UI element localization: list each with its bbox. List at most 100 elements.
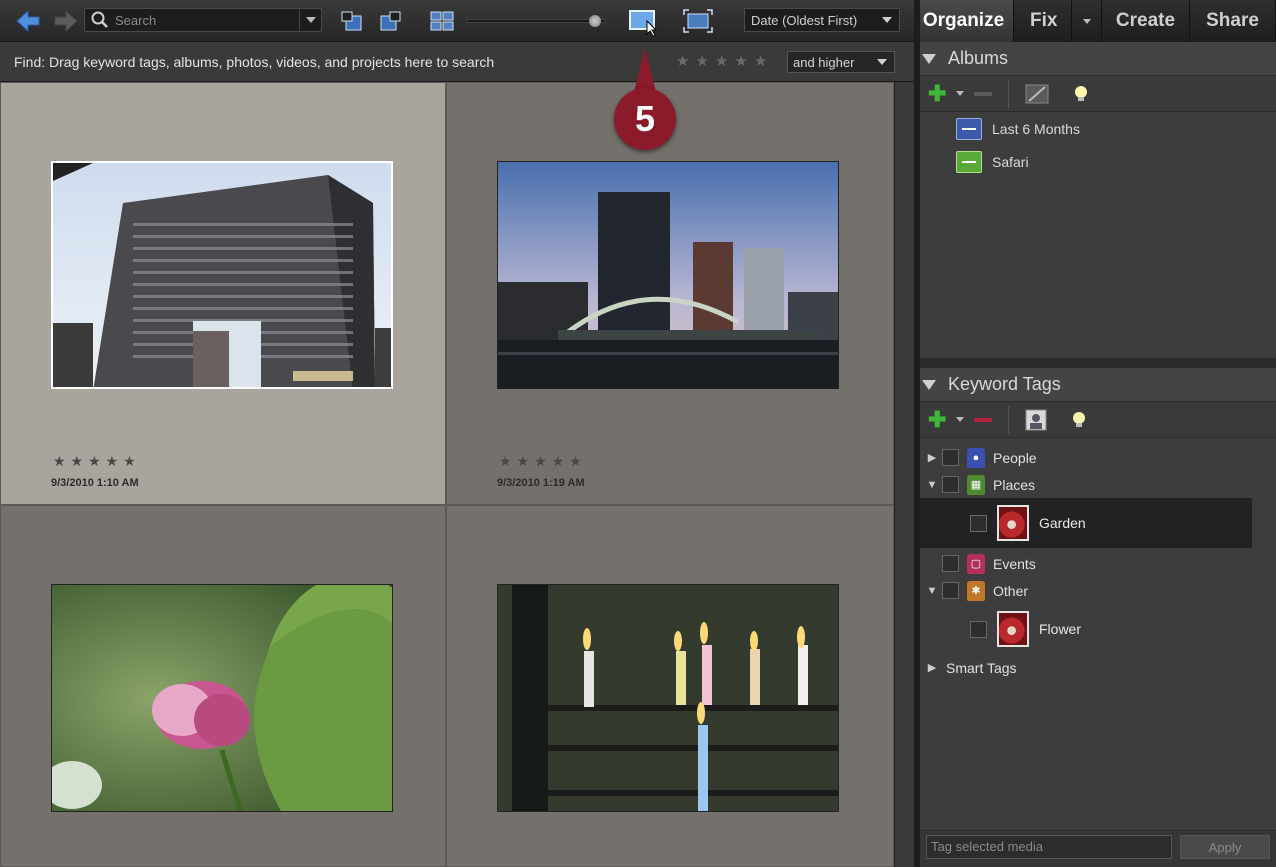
places-tag-icon: ▦ xyxy=(967,474,985,495)
tag-item-garden[interactable]: Garden xyxy=(920,498,1252,548)
keyword-tags-header[interactable]: Keyword Tags xyxy=(920,368,1276,402)
step-callout-badge: 5 xyxy=(614,88,676,150)
forward-arrow-icon[interactable] xyxy=(52,8,80,34)
album-item[interactable]: Safari xyxy=(920,145,1276,178)
tag-category-places[interactable]: ▼ ▦ Places xyxy=(920,471,1276,498)
people-tag-icon: ● xyxy=(967,447,985,468)
star-icon[interactable]: ★ xyxy=(734,54,747,69)
photo-thumbnail[interactable] xyxy=(497,584,839,812)
photo-thumbnail[interactable] xyxy=(51,584,393,812)
fix-menu-button[interactable] xyxy=(1072,0,1102,42)
tag-category-other[interactable]: ▼ ✱ Other xyxy=(920,577,1276,604)
photo-rating-stars[interactable]: ★★★★★ xyxy=(499,453,587,470)
sort-order-value: Date (Oldest First) xyxy=(751,12,858,28)
back-arrow-icon[interactable] xyxy=(14,8,42,34)
collapse-arrow-icon[interactable]: ▼ xyxy=(926,585,938,597)
tag-category-events[interactable]: ▢ Events xyxy=(920,550,1276,577)
tag-category-smart-tags[interactable]: ▶ Smart Tags xyxy=(920,654,1276,681)
albums-header[interactable]: Albums xyxy=(920,42,1276,76)
apply-button[interactable]: Apply xyxy=(1180,835,1270,859)
rating-filter-stars[interactable]: ★ ★ ★ ★ ★ xyxy=(676,54,767,69)
add-tag-icon[interactable]: ✚ xyxy=(928,408,946,430)
tag-checkbox[interactable] xyxy=(970,620,987,638)
mode-tabs: Organize Fix Create Share xyxy=(914,0,1276,42)
star-icon[interactable]: ★ xyxy=(715,54,728,69)
photo-rating-stars[interactable]: ★★★★★ xyxy=(53,453,141,470)
photo-tile[interactable] xyxy=(446,505,894,867)
tab-fix[interactable]: Fix xyxy=(1014,0,1072,42)
rotate-left-icon[interactable] xyxy=(338,8,366,34)
thumbnail-grid-icon[interactable] xyxy=(428,8,456,34)
keyword-tags-panel: Keyword Tags ✚ ▶ ● People ▼ ▦ Places Gar… xyxy=(920,368,1276,830)
tag-label: Smart Tags xyxy=(946,659,1017,676)
star-icon[interactable]: ★ xyxy=(676,54,689,69)
album-item[interactable]: Last 6 Months xyxy=(920,112,1276,145)
expand-arrow-icon[interactable]: ▶ xyxy=(926,661,938,674)
find-bar-text: Find: Drag keyword tags, albums, photos,… xyxy=(14,54,495,70)
chevron-down-icon[interactable] xyxy=(956,417,965,422)
tag-item-flower[interactable]: Flower xyxy=(920,604,1276,654)
top-toolbar: Date (Oldest First) xyxy=(0,0,914,42)
photo-tile[interactable]: ★★★★★ 9/3/2010 1:19 AM xyxy=(446,82,894,505)
rating-comparison-select[interactable]: and higher xyxy=(787,51,895,73)
toolbar-separator xyxy=(1008,79,1010,108)
chevron-down-icon xyxy=(882,17,892,23)
star-icon[interactable]: ★ xyxy=(754,54,767,69)
tab-organize[interactable]: Organize xyxy=(914,0,1014,42)
albums-panel: Albums ✚ Last 6 Months Safari xyxy=(920,42,1276,358)
collapse-triangle-icon[interactable] xyxy=(922,53,936,64)
collapse-triangle-icon[interactable] xyxy=(922,379,936,390)
thumbnail-size-slider[interactable] xyxy=(466,15,606,27)
chevron-down-icon[interactable] xyxy=(956,91,965,96)
search-input[interactable] xyxy=(111,9,299,31)
other-tag-icon: ✱ xyxy=(967,580,985,601)
remove-tag-icon[interactable] xyxy=(974,417,993,422)
photo-date: 9/3/2010 1:10 AM xyxy=(51,477,139,489)
collapse-arrow-icon[interactable]: ▼ xyxy=(926,479,938,491)
find-bar[interactable]: Find: Drag keyword tags, albums, photos,… xyxy=(0,42,914,82)
albums-title: Albums xyxy=(948,48,1009,68)
rotate-right-icon[interactable] xyxy=(376,8,404,34)
events-tag-icon: ▢ xyxy=(967,553,985,574)
callout-pointer xyxy=(634,48,656,92)
lightbulb-icon[interactable] xyxy=(1073,85,1089,103)
single-photo-view-icon[interactable] xyxy=(628,7,658,35)
tag-checkbox[interactable] xyxy=(942,449,959,466)
tag-checkbox[interactable] xyxy=(942,555,959,572)
photo-tile[interactable] xyxy=(0,505,446,867)
tag-label: Other xyxy=(993,582,1029,599)
lightbulb-icon[interactable] xyxy=(1071,411,1087,429)
slider-thumb[interactable] xyxy=(589,15,601,27)
search-field[interactable] xyxy=(84,8,322,32)
expand-arrow-icon[interactable]: ▶ xyxy=(926,451,938,464)
keyword-toolbar: ✚ xyxy=(920,402,1276,438)
grid-scrollbar[interactable] xyxy=(894,82,914,867)
photo-tile[interactable]: ★★★★★ 9/3/2010 1:10 AM xyxy=(0,82,446,505)
photo-date: 9/3/2010 1:19 AM xyxy=(497,477,585,489)
search-icon xyxy=(91,11,108,28)
photo-thumbnail[interactable] xyxy=(497,161,839,389)
remove-album-icon[interactable] xyxy=(974,91,993,96)
album-icon xyxy=(956,150,982,173)
tag-checkbox[interactable] xyxy=(970,514,987,532)
album-icon xyxy=(956,117,982,140)
photo-thumbnail[interactable] xyxy=(51,161,393,389)
tag-icon-editor-icon[interactable] xyxy=(1025,409,1047,431)
tag-selected-media-input[interactable]: Tag selected media xyxy=(926,835,1172,859)
tag-checkbox[interactable] xyxy=(942,476,959,493)
sort-order-select[interactable]: Date (Oldest First) xyxy=(744,8,900,32)
add-album-icon[interactable]: ✚ xyxy=(928,82,946,104)
chevron-down-icon xyxy=(877,59,887,65)
star-icon[interactable]: ★ xyxy=(695,54,708,69)
photo-organizer-window: Date (Oldest First) Organize Fix Create … xyxy=(0,0,1276,867)
tag-thumbnail xyxy=(997,611,1029,647)
tab-share[interactable]: Share xyxy=(1190,0,1276,42)
keyword-tags-title: Keyword Tags xyxy=(948,374,1061,394)
tag-checkbox[interactable] xyxy=(942,582,959,599)
edit-album-icon[interactable] xyxy=(1025,84,1049,104)
full-screen-icon[interactable] xyxy=(682,8,714,34)
chevron-down-icon xyxy=(1082,18,1091,24)
tag-category-people[interactable]: ▶ ● People xyxy=(920,444,1276,471)
tab-create[interactable]: Create xyxy=(1102,0,1190,42)
search-dropdown-button[interactable] xyxy=(299,9,321,31)
